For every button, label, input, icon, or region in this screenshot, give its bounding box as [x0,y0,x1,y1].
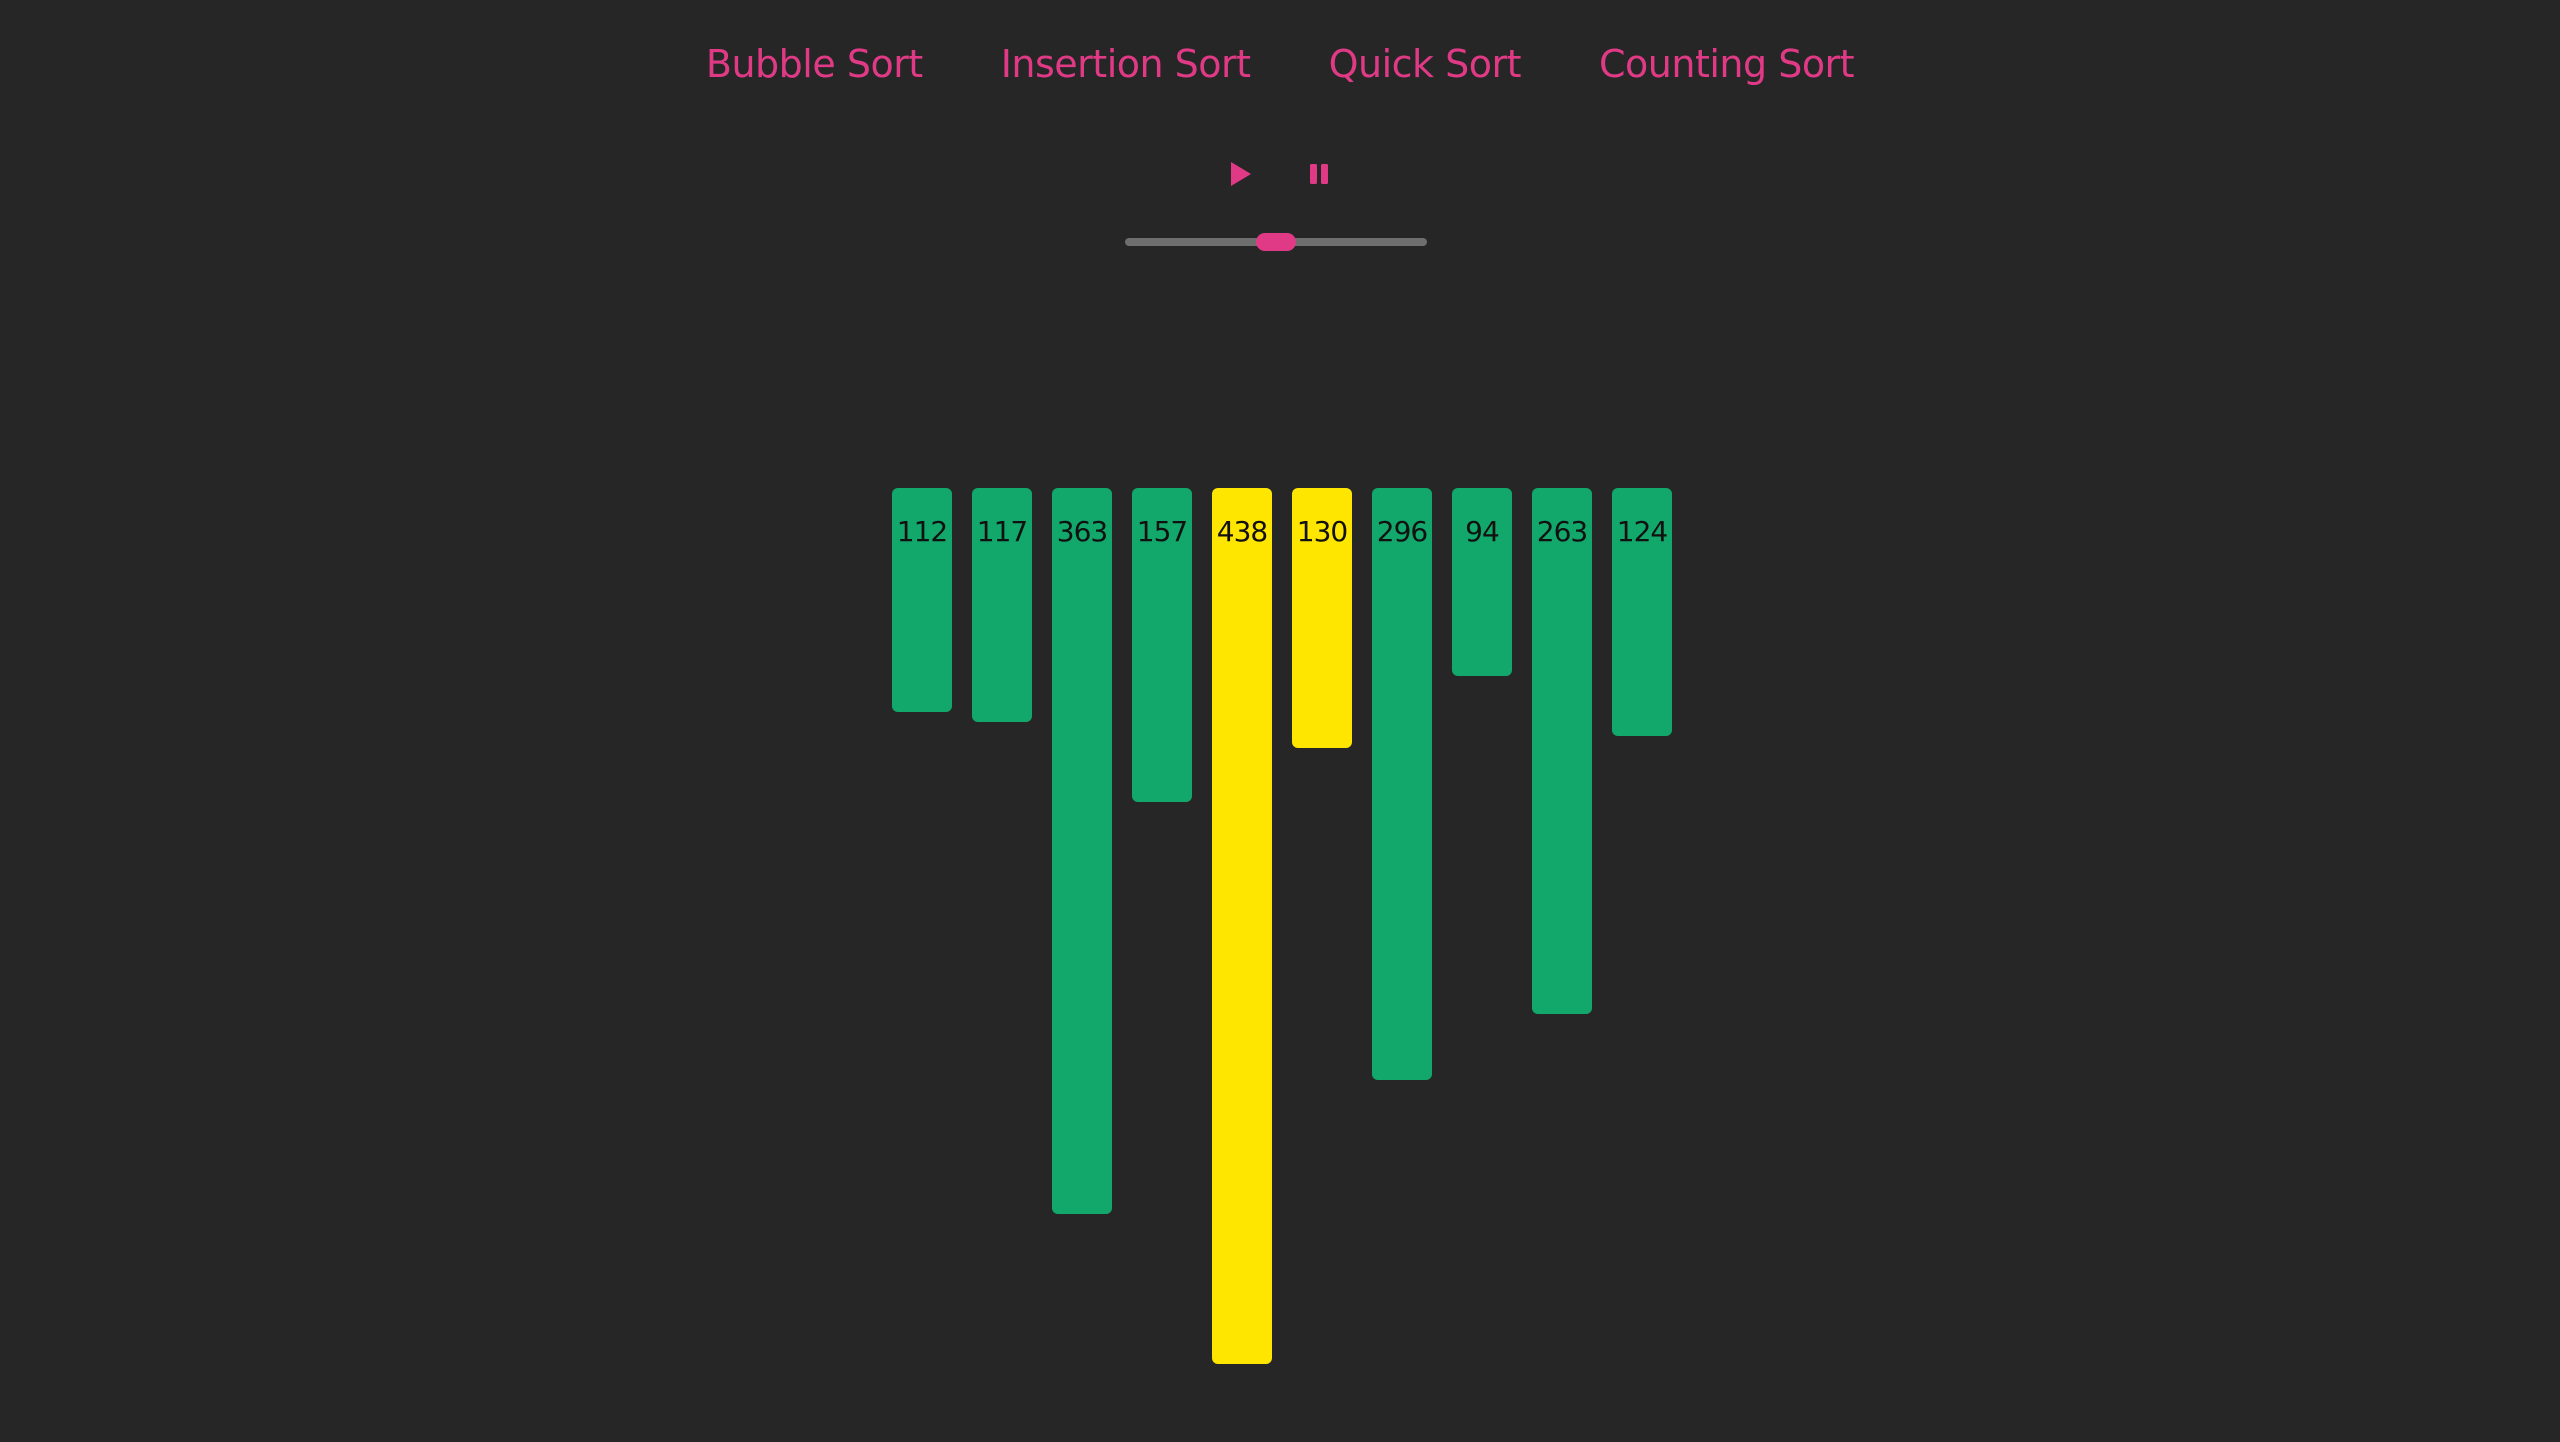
pause-icon [1310,164,1328,184]
array-bar: 124 [1612,488,1672,736]
bar-value-label: 94 [1465,515,1500,548]
play-button[interactable] [1227,160,1255,188]
algorithm-nav: Bubble Sort Insertion Sort Quick Sort Co… [0,36,2560,92]
nav-insertion-sort[interactable]: Insertion Sort [1001,36,1251,92]
pause-button[interactable] [1305,160,1333,188]
bar-value-label: 438 [1216,515,1268,548]
bar-chart: 112 117 363 157 438 130 296 94 263 124 [0,488,2560,1388]
playback-controls [0,160,2560,188]
nav-counting-sort[interactable]: Counting Sort [1599,36,1855,92]
nav-bubble-sort[interactable]: Bubble Sort [706,36,923,92]
slider-thumb[interactable] [1256,233,1296,251]
bar-value-label: 117 [976,515,1028,548]
bar-value-label: 296 [1376,515,1428,548]
bar-value-label: 263 [1536,515,1588,548]
bar-value-label: 124 [1616,515,1668,548]
speed-slider[interactable] [1125,233,1427,251]
bar-value-label: 363 [1056,515,1108,548]
play-icon [1231,162,1251,186]
array-bar: 117 [972,488,1032,722]
bar-value-label: 130 [1296,515,1348,548]
array-bar: 94 [1452,488,1512,676]
array-bar: 296 [1372,488,1432,1080]
bar-value-label: 157 [1136,515,1188,548]
array-bar: 157 [1132,488,1192,802]
bar-value-label: 112 [896,515,948,548]
array-bar: 363 [1052,488,1112,1214]
array-bar: 130 [1292,488,1352,748]
array-bar: 263 [1532,488,1592,1014]
nav-quick-sort[interactable]: Quick Sort [1329,36,1522,92]
array-bar: 112 [892,488,952,712]
array-bar: 438 [1212,488,1272,1364]
